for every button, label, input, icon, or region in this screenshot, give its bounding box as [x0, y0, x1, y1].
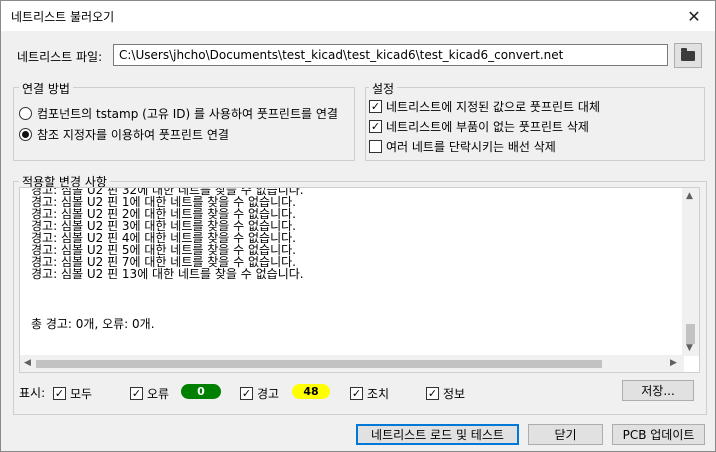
radio-button-selected[interactable] [19, 128, 32, 141]
filter-all[interactable]: ✓ 모두 [53, 385, 92, 402]
filter-info[interactable]: ✓ 정보 [426, 385, 465, 402]
scroll-right-icon[interactable]: ▶ [670, 358, 677, 368]
close-icon: ✕ [687, 6, 701, 26]
checkbox-unchecked[interactable] [369, 140, 382, 153]
checkbox-delete-extra-footprints[interactable]: ✓ 네트리스트에 부품이 없는 풋프린트 삭제 [369, 118, 589, 135]
filter-all-label: 모두 [70, 387, 93, 401]
radio-label: 참조 지정자를 이용하여 풋프린트 연결 [37, 128, 229, 142]
checkbox-checked[interactable]: ✓ [369, 100, 382, 113]
checkbox-checked[interactable]: ✓ [53, 387, 66, 400]
scroll-up-icon[interactable]: ▲ [686, 191, 693, 201]
folder-icon [681, 47, 695, 61]
scroll-left-icon[interactable]: ◀ [24, 358, 31, 368]
horizontal-scroll-thumb[interactable] [36, 360, 602, 368]
load-and-test-netlist-button[interactable]: 네트리스트 로드 및 테스트 [356, 424, 519, 445]
settings-title: 설정 [369, 80, 398, 97]
log-lines: 경고: 심볼 U2 핀 32에 대한 네트를 찾을 수 없습니다. 경고: 심볼… [31, 188, 681, 281]
checkbox-replace-footprints[interactable]: ✓ 네트리스트에 지정된 값으로 풋프린트 대체 [369, 98, 600, 115]
link-method-title: 연결 방법 [19, 80, 73, 97]
changes-log[interactable]: 경고: 심볼 U2 핀 32에 대한 네트를 찾을 수 없습니다. 경고: 심볼… [19, 187, 700, 373]
netlist-path-input[interactable] [113, 44, 668, 66]
close-window-button[interactable]: ✕ [681, 5, 707, 27]
vertical-scroll-thumb[interactable] [686, 324, 695, 344]
radio-button[interactable] [19, 107, 32, 120]
update-pcb-button[interactable]: PCB 업데이트 [612, 424, 705, 445]
log-summary: 총 경고: 0개, 오류: 0개. [31, 317, 155, 331]
log-line: 경고: 심볼 U2 핀 13에 대한 네트를 찾을 수 없습니다. [31, 267, 304, 281]
checkbox-checked[interactable]: ✓ [369, 120, 382, 133]
filter-warnings-label: 경고 [257, 387, 280, 401]
checkbox-delete-shorting-tracks[interactable]: 여러 네트를 단락시키는 배선 삭제 [369, 138, 556, 155]
horizontal-scrollbar[interactable]: ◀ ▶ [20, 355, 684, 372]
radio-label: 컴포넌트의 tstamp (고유 ID) 를 사용하여 풋프린트를 연결 [37, 107, 338, 121]
title-bar: 네트리스트 불러오기 ✕ [1, 1, 715, 31]
radio-link-by-reference[interactable]: 참조 지정자를 이용하여 풋프린트 연결 [19, 126, 229, 143]
checkbox-checked[interactable]: ✓ [350, 387, 363, 400]
checkbox-label: 여러 네트를 단락시키는 배선 삭제 [386, 140, 556, 154]
close-button[interactable]: 닫기 [528, 424, 603, 445]
checkbox-label: 네트리스트에 부품이 없는 풋프린트 삭제 [386, 120, 589, 134]
dialog-title: 네트리스트 불러오기 [11, 10, 115, 24]
show-label: 표시: [19, 386, 46, 400]
scroll-down-icon[interactable]: ▼ [686, 343, 693, 353]
filter-warnings[interactable]: ✓ 경고 [240, 385, 279, 402]
warning-count-badge: 48 [292, 384, 330, 399]
filter-actions[interactable]: ✓ 조치 [350, 385, 389, 402]
checkbox-checked[interactable]: ✓ [130, 387, 143, 400]
link-method-group [13, 87, 355, 161]
netlist-file-label: 네트리스트 파일: [17, 50, 103, 64]
filter-actions-label: 조치 [367, 387, 390, 401]
filter-errors-label: 오류 [147, 387, 170, 401]
browse-file-button[interactable] [674, 43, 702, 68]
checkbox-label: 네트리스트에 지정된 값으로 풋프린트 대체 [386, 100, 600, 114]
radio-link-by-tstamp[interactable]: 컴포넌트의 tstamp (고유 ID) 를 사용하여 풋프린트를 연결 [19, 105, 338, 122]
vertical-scrollbar[interactable]: ▲ ▼ [682, 188, 699, 356]
filter-errors[interactable]: ✓ 오류 [130, 385, 169, 402]
error-count-badge: 0 [181, 384, 221, 399]
checkbox-checked[interactable]: ✓ [240, 387, 253, 400]
import-netlist-dialog: 네트리스트 불러오기 ✕ 네트리스트 파일: 연결 방법 컴포넌트의 tstam… [0, 0, 716, 452]
filter-info-label: 정보 [443, 387, 466, 401]
checkbox-checked[interactable]: ✓ [426, 387, 439, 400]
save-report-button[interactable]: 저장... [622, 380, 694, 401]
